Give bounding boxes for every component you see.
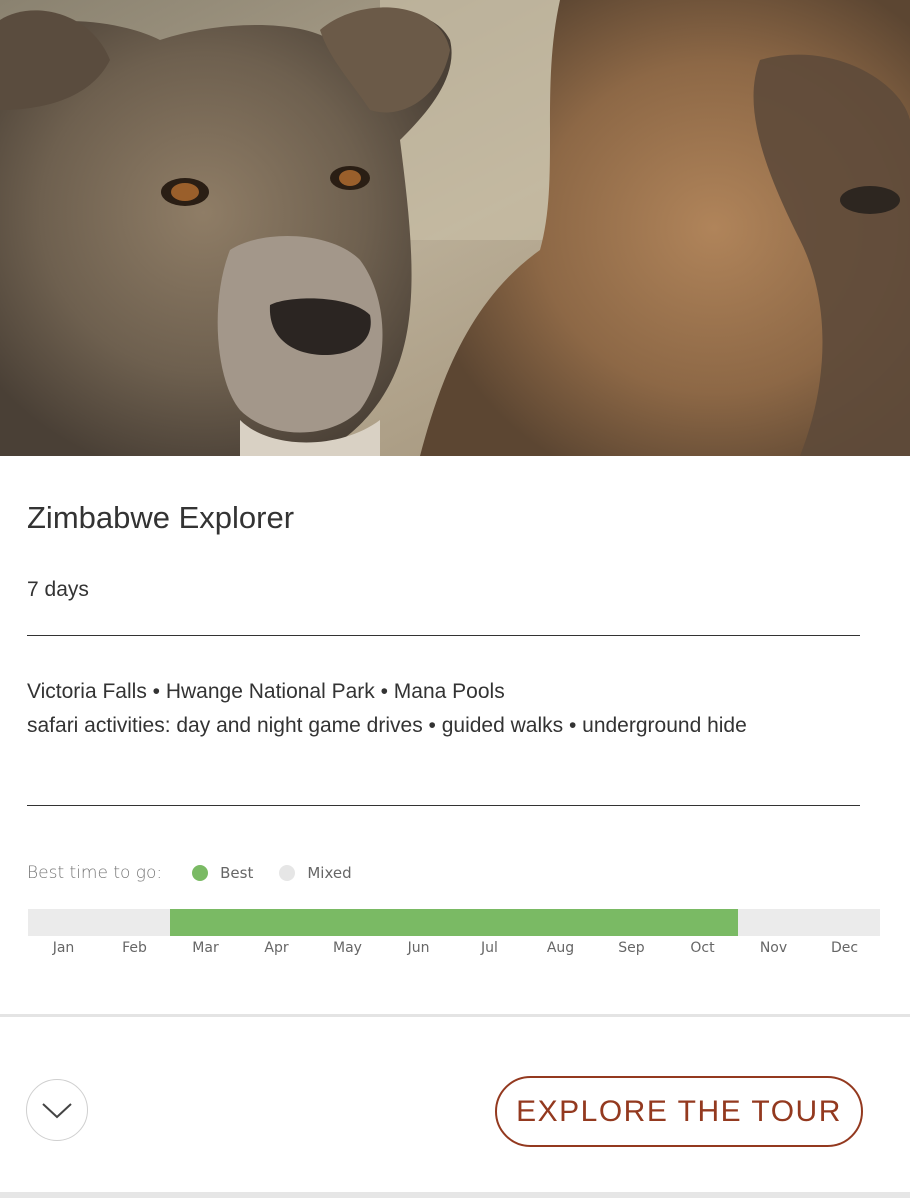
- mixed-dot-icon: [279, 865, 296, 881]
- tour-destinations: Victoria Falls • Hwange National Park • …: [27, 680, 505, 703]
- tour-title: Zimbabwe Explorer: [27, 500, 295, 535]
- divider: [27, 635, 860, 636]
- bottom-separator: [0, 1192, 910, 1198]
- month-label: Sep: [618, 940, 645, 956]
- legend-best-label: Best: [220, 864, 254, 882]
- month-label: Feb: [122, 940, 147, 956]
- month-label: Jan: [52, 940, 75, 956]
- legend-mixed-label: Mixed: [307, 864, 352, 882]
- chevron-down-icon: [42, 1103, 72, 1119]
- month-label: Aug: [546, 940, 575, 956]
- lions-photo: [0, 0, 910, 456]
- hero-image: [0, 0, 910, 456]
- month-label: Nov: [759, 940, 788, 956]
- month-label: Dec: [830, 940, 859, 956]
- month-label: Jun: [407, 940, 430, 956]
- month-label: Mar: [192, 940, 219, 956]
- best-season-fill: [170, 909, 738, 936]
- explore-tour-button[interactable]: EXPLORE THE TOUR: [495, 1076, 863, 1147]
- month-label: Oct: [690, 940, 715, 956]
- season-bar: [28, 909, 880, 936]
- best-time-header: Best time to go: Best Mixed: [27, 860, 352, 886]
- best-dot-icon: [192, 865, 209, 881]
- section-separator: [0, 1014, 910, 1017]
- month-labels: Jan Feb Mar Apr May Jun Jul Aug Sep Oct Nov Dec: [28, 940, 880, 956]
- divider: [27, 805, 860, 806]
- month-label: Jul: [481, 940, 498, 956]
- expand-button[interactable]: [26, 1079, 88, 1141]
- best-time-label: Best time to go:: [27, 863, 163, 883]
- tour-activities: safari activities: day and night game dr…: [27, 714, 747, 737]
- legend-mixed: Mixed: [279, 864, 352, 882]
- month-label: May: [333, 940, 362, 956]
- legend-best: Best: [192, 864, 253, 882]
- month-label: Apr: [264, 940, 289, 956]
- tour-duration: 7 days: [27, 578, 89, 601]
